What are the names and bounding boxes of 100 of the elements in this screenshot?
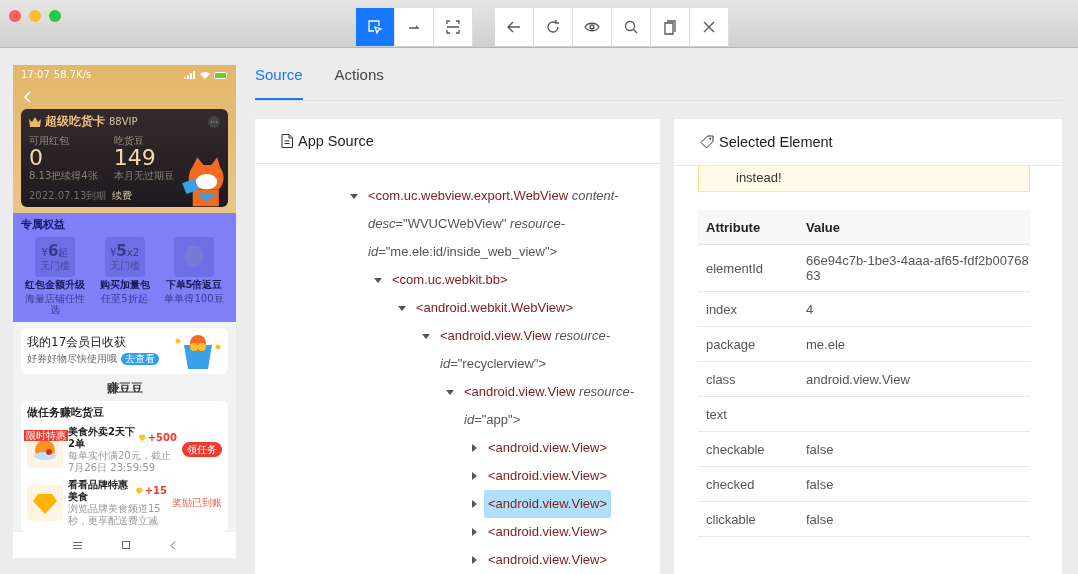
table-cell-text: class — [706, 370, 737, 389]
home-icon[interactable] — [122, 541, 130, 550]
signal-icon — [184, 71, 196, 79]
network-speed: 58.7K/s — [53, 69, 92, 81]
card-title: 超级吃货卡 — [45, 115, 105, 129]
task-name: 美食外卖2天下2单 — [68, 426, 136, 450]
refresh-icon — [545, 19, 561, 35]
reward-status: 奖励已到账 — [172, 496, 222, 509]
tree-node[interactable]: <android.view.View> — [484, 462, 611, 490]
refresh-button[interactable] — [534, 8, 573, 46]
tab[interactable]: Source — [255, 65, 303, 100]
table-cell-text: android.view.View — [806, 370, 911, 389]
table-cell-text: clickable — [706, 510, 757, 529]
panel-title: App Source — [298, 133, 374, 149]
table-cell-text: elementId — [706, 259, 765, 278]
stat-note: 本月无过期豆 — [113, 170, 174, 182]
expiry-date: 2022.07.13到期 — [29, 190, 107, 202]
tree-node[interactable]: <com.uc.webview.export.WebView content-desc="WVUCWebView" resource-id="me.ele:id/inside_web_view"> — [364, 182, 640, 266]
expand-arrow-icon[interactable] — [470, 556, 478, 564]
expand-arrow-icon[interactable] — [470, 472, 478, 480]
get-task-button[interactable]: 领任务 — [182, 441, 222, 458]
expand-arrow-icon[interactable] — [470, 444, 478, 452]
eye-button[interactable] — [573, 8, 612, 46]
benefit-name: 下单5倍返豆 — [165, 279, 223, 291]
task-name: 看看品牌特惠美食 — [68, 479, 129, 503]
benefit-name: 购买加量包 — [99, 279, 150, 291]
table-cell-text: false — [806, 475, 835, 494]
tree-node[interactable]: <android.view.View> — [484, 434, 611, 462]
card-title: 做任务赚吃货豆 — [27, 407, 105, 421]
tag-icon — [700, 135, 714, 149]
stat-value: 0 — [29, 146, 44, 171]
expand-arrow-icon[interactable] — [350, 192, 358, 200]
benefit-description: 任至5折起 — [101, 292, 148, 305]
table-cell-text: false — [806, 510, 835, 529]
battery-icon — [214, 71, 228, 79]
more-icon[interactable] — [208, 115, 220, 128]
table-cell-text: 4 — [806, 300, 815, 319]
table-cell-text: 66e94c7b-1be3-4aaa-af65-fdf2b0076863 — [806, 252, 1030, 285]
tree-node[interactable]: <android.view.View> — [484, 518, 611, 546]
benefit-description: 海量店铺任性选 — [24, 292, 86, 316]
expand-arrow-icon[interactable] — [374, 276, 382, 284]
table-cell-text: index — [706, 300, 739, 319]
section-title: 专属权益 — [21, 219, 66, 233]
column-header: Value — [806, 218, 841, 237]
banner-title: 我的17会员日收获 — [27, 336, 128, 351]
menu-icon[interactable] — [73, 541, 82, 549]
back-icon — [506, 19, 522, 35]
coupon-amount: ¥6起 — [41, 242, 69, 260]
promo-badge: 限时特惠 — [24, 429, 68, 442]
renew-link[interactable]: 续费 — [112, 190, 133, 202]
tree-node[interactable]: <android.view.View resource-id="app"> — [460, 378, 640, 434]
stat-label: 吃货豆 — [113, 134, 145, 147]
column-header: Attribute — [706, 218, 762, 237]
select-icon — [367, 19, 383, 35]
table-cell-text: checkable — [706, 440, 766, 459]
copy-icon — [662, 19, 678, 35]
select-button[interactable] — [356, 8, 395, 46]
document-icon — [281, 134, 293, 148]
tree-node[interactable]: <android.view.View> — [484, 490, 611, 518]
expand-arrow-icon[interactable] — [470, 500, 478, 508]
coupon-condition: 无门槛 — [109, 260, 140, 272]
copy-button[interactable] — [651, 8, 690, 46]
expand-arrow-icon[interactable] — [422, 332, 430, 340]
tree-node[interactable]: <android.view.View> — [484, 546, 611, 574]
bean-icon — [139, 433, 146, 442]
search-button[interactable] — [612, 8, 651, 46]
stat-note: 8.13把续得4张 — [29, 170, 98, 182]
expand-arrow-icon[interactable] — [446, 388, 454, 396]
expand-arrow-icon[interactable] — [470, 528, 478, 536]
table-cell-text: checked — [706, 475, 756, 494]
coupon-amount: ¥5x2 — [109, 242, 140, 260]
stat-label: 可用红包 — [29, 134, 70, 147]
promo-banner[interactable]: 我的17会员日收获 好券好物尽快使用哦 去查看 — [21, 327, 228, 374]
search-icon — [623, 19, 639, 35]
wifi-icon — [200, 71, 210, 79]
tree-node[interactable]: <com.uc.webkit.bb> — [388, 266, 512, 294]
table-cell-text: false — [806, 440, 835, 459]
coupon-condition: 无门槛 — [40, 260, 70, 272]
table-cell-text: me.ele — [806, 335, 847, 354]
mascot-drawing — [174, 332, 222, 369]
tree-node[interactable]: <android.webkit.WebView> — [412, 294, 578, 322]
crown-icon — [29, 116, 41, 127]
close-window-button[interactable] — [9, 10, 21, 22]
status-time: 17:07 — [21, 69, 50, 81]
table-cell-text: text — [706, 405, 728, 424]
back-button[interactable] — [495, 8, 534, 46]
section-title: 赚豆豆 — [106, 381, 143, 396]
banner-subtitle: 好券好物尽快使用哦 — [27, 353, 117, 365]
tap-area-icon — [445, 19, 461, 35]
expand-arrow-icon[interactable] — [398, 304, 406, 312]
benefit-name: 红包金额升级 — [25, 279, 85, 291]
close-icon — [701, 19, 717, 35]
back-icon[interactable] — [170, 540, 176, 550]
tap-area-button[interactable] — [434, 8, 473, 46]
tab[interactable]: Actions — [334, 65, 384, 100]
vip-label: 88VIP — [109, 116, 138, 128]
benefit-description: 单单得100豆 — [164, 292, 224, 305]
task-description: 每单实付满20元，截止7月26日 23:59:59 — [68, 450, 172, 474]
reward-points: +15 — [144, 484, 167, 497]
task-description: 浏览品牌美食频道15秒，更享配送费立减 — [68, 503, 162, 527]
